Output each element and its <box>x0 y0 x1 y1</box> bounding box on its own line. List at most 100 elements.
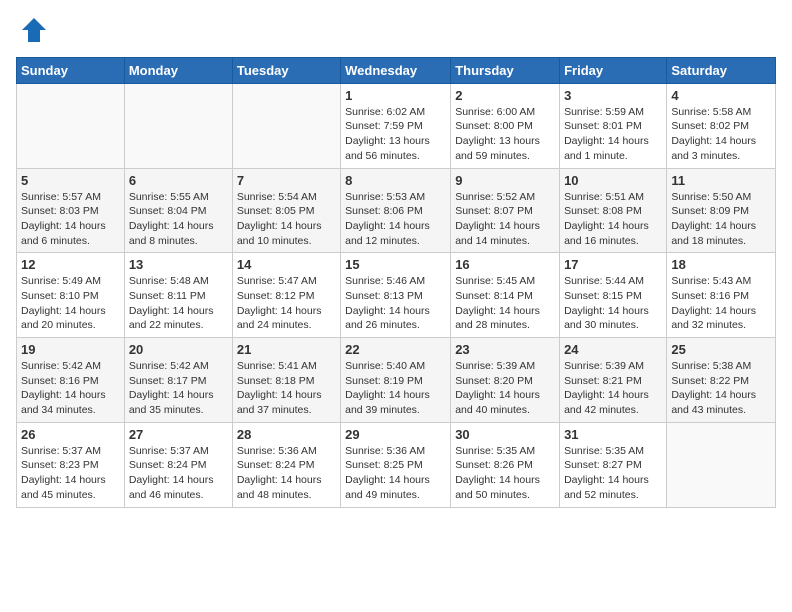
day-number: 24 <box>564 342 662 357</box>
day-info: Sunrise: 5:54 AM Sunset: 8:05 PM Dayligh… <box>237 190 336 249</box>
day-number: 13 <box>129 257 228 272</box>
calendar-header-row: SundayMondayTuesdayWednesdayThursdayFrid… <box>17 57 776 83</box>
calendar-week-row: 19 Sunrise: 5:42 AM Sunset: 8:16 PM Dayli… <box>17 338 776 423</box>
page-header <box>16 16 776 49</box>
day-info: Sunrise: 5:35 AM Sunset: 8:26 PM Dayligh… <box>455 444 555 503</box>
calendar-body: 1Sunrise: 6:02 AM Sunset: 7:59 PM Daylig… <box>17 83 776 507</box>
day-number: 8 <box>345 173 446 188</box>
calendar-cell: 27 Sunrise: 5:37 AM Sunset: 8:24 PM Dayli… <box>124 422 232 507</box>
calendar-cell: 5 Sunrise: 5:57 AM Sunset: 8:03 PM Daylig… <box>17 168 125 253</box>
day-info: Sunrise: 5:43 AM Sunset: 8:16 PM Dayligh… <box>671 274 771 333</box>
day-number: 12 <box>21 257 120 272</box>
day-info: Sunrise: 5:38 AM Sunset: 8:22 PM Dayligh… <box>671 359 771 418</box>
calendar-cell <box>17 83 125 168</box>
calendar-cell: 18 Sunrise: 5:43 AM Sunset: 8:16 PM Dayli… <box>667 253 776 338</box>
calendar-week-row: 5 Sunrise: 5:57 AM Sunset: 8:03 PM Daylig… <box>17 168 776 253</box>
calendar-week-row: 12Sunrise: 5:49 AM Sunset: 8:10 PM Dayli… <box>17 253 776 338</box>
day-number: 27 <box>129 427 228 442</box>
day-number: 16 <box>455 257 555 272</box>
day-info: Sunrise: 5:37 AM Sunset: 8:24 PM Dayligh… <box>129 444 228 503</box>
weekday-header-tuesday: Tuesday <box>232 57 340 83</box>
calendar-cell: 19 Sunrise: 5:42 AM Sunset: 8:16 PM Dayli… <box>17 338 125 423</box>
day-number: 4 <box>671 88 771 103</box>
day-number: 25 <box>671 342 771 357</box>
day-number: 2 <box>455 88 555 103</box>
calendar-cell: 17 Sunrise: 5:44 AM Sunset: 8:15 PM Dayli… <box>560 253 667 338</box>
calendar-cell: 7 Sunrise: 5:54 AM Sunset: 8:05 PM Daylig… <box>232 168 340 253</box>
day-number: 31 <box>564 427 662 442</box>
day-number: 5 <box>21 173 120 188</box>
day-info: Sunrise: 5:58 AM Sunset: 8:02 PM Dayligh… <box>671 105 771 164</box>
calendar-cell: 9 Sunrise: 5:52 AM Sunset: 8:07 PM Daylig… <box>451 168 560 253</box>
day-number: 1 <box>345 88 446 103</box>
day-number: 3 <box>564 88 662 103</box>
calendar-cell: 26 Sunrise: 5:37 AM Sunset: 8:23 PM Dayli… <box>17 422 125 507</box>
calendar-cell: 14 Sunrise: 5:47 AM Sunset: 8:12 PM Dayli… <box>232 253 340 338</box>
day-info: Sunrise: 5:47 AM Sunset: 8:12 PM Dayligh… <box>237 274 336 333</box>
day-number: 9 <box>455 173 555 188</box>
calendar-cell <box>667 422 776 507</box>
day-number: 22 <box>345 342 446 357</box>
day-number: 18 <box>671 257 771 272</box>
weekday-header-thursday: Thursday <box>451 57 560 83</box>
day-info: Sunrise: 5:37 AM Sunset: 8:23 PM Dayligh… <box>21 444 120 503</box>
day-number: 11 <box>671 173 771 188</box>
calendar-cell: 2 Sunrise: 6:00 AM Sunset: 8:00 PM Daylig… <box>451 83 560 168</box>
day-info: Sunrise: 5:39 AM Sunset: 8:20 PM Dayligh… <box>455 359 555 418</box>
calendar-cell <box>232 83 340 168</box>
day-info: Sunrise: 5:59 AM Sunset: 8:01 PM Dayligh… <box>564 105 662 164</box>
calendar-cell <box>124 83 232 168</box>
day-number: 7 <box>237 173 336 188</box>
calendar-cell: 11 Sunrise: 5:50 AM Sunset: 8:09 PM Dayli… <box>667 168 776 253</box>
day-info: Sunrise: 5:36 AM Sunset: 8:24 PM Dayligh… <box>237 444 336 503</box>
calendar-cell: 25 Sunrise: 5:38 AM Sunset: 8:22 PM Dayli… <box>667 338 776 423</box>
calendar-cell: 3 Sunrise: 5:59 AM Sunset: 8:01 PM Daylig… <box>560 83 667 168</box>
day-number: 20 <box>129 342 228 357</box>
day-info: Sunrise: 5:45 AM Sunset: 8:14 PM Dayligh… <box>455 274 555 333</box>
weekday-header-wednesday: Wednesday <box>341 57 451 83</box>
day-info: Sunrise: 5:42 AM Sunset: 8:17 PM Dayligh… <box>129 359 228 418</box>
day-number: 26 <box>21 427 120 442</box>
calendar-cell: 31 Sunrise: 5:35 AM Sunset: 8:27 PM Dayli… <box>560 422 667 507</box>
day-info: Sunrise: 5:39 AM Sunset: 8:21 PM Dayligh… <box>564 359 662 418</box>
day-number: 15 <box>345 257 446 272</box>
calendar-cell: 21Sunrise: 5:41 AM Sunset: 8:18 PM Dayli… <box>232 338 340 423</box>
calendar-cell: 23 Sunrise: 5:39 AM Sunset: 8:20 PM Dayli… <box>451 338 560 423</box>
day-info: Sunrise: 5:35 AM Sunset: 8:27 PM Dayligh… <box>564 444 662 503</box>
calendar-table: SundayMondayTuesdayWednesdayThursdayFrid… <box>16 57 776 508</box>
weekday-header-saturday: Saturday <box>667 57 776 83</box>
calendar-cell: 22Sunrise: 5:40 AM Sunset: 8:19 PM Dayli… <box>341 338 451 423</box>
day-number: 10 <box>564 173 662 188</box>
weekday-header-monday: Monday <box>124 57 232 83</box>
day-info: Sunrise: 5:53 AM Sunset: 8:06 PM Dayligh… <box>345 190 446 249</box>
day-info: Sunrise: 5:44 AM Sunset: 8:15 PM Dayligh… <box>564 274 662 333</box>
calendar-cell: 16 Sunrise: 5:45 AM Sunset: 8:14 PM Dayli… <box>451 253 560 338</box>
day-number: 17 <box>564 257 662 272</box>
day-info: Sunrise: 5:42 AM Sunset: 8:16 PM Dayligh… <box>21 359 120 418</box>
logo-icon <box>20 16 48 44</box>
day-info: Sunrise: 5:52 AM Sunset: 8:07 PM Dayligh… <box>455 190 555 249</box>
day-number: 14 <box>237 257 336 272</box>
day-info: Sunrise: 5:36 AM Sunset: 8:25 PM Dayligh… <box>345 444 446 503</box>
day-info: Sunrise: 6:00 AM Sunset: 8:00 PM Dayligh… <box>455 105 555 164</box>
calendar-cell: 12Sunrise: 5:49 AM Sunset: 8:10 PM Dayli… <box>17 253 125 338</box>
day-number: 23 <box>455 342 555 357</box>
day-number: 30 <box>455 427 555 442</box>
weekday-header-friday: Friday <box>560 57 667 83</box>
calendar-cell: 20 Sunrise: 5:42 AM Sunset: 8:17 PM Dayli… <box>124 338 232 423</box>
day-number: 19 <box>21 342 120 357</box>
calendar-cell: 13Sunrise: 5:48 AM Sunset: 8:11 PM Dayli… <box>124 253 232 338</box>
calendar-cell: 30 Sunrise: 5:35 AM Sunset: 8:26 PM Dayli… <box>451 422 560 507</box>
weekday-header-sunday: Sunday <box>17 57 125 83</box>
day-info: Sunrise: 5:46 AM Sunset: 8:13 PM Dayligh… <box>345 274 446 333</box>
calendar-cell: 6Sunrise: 5:55 AM Sunset: 8:04 PM Daylig… <box>124 168 232 253</box>
day-info: Sunrise: 5:57 AM Sunset: 8:03 PM Dayligh… <box>21 190 120 249</box>
calendar-week-row: 1Sunrise: 6:02 AM Sunset: 7:59 PM Daylig… <box>17 83 776 168</box>
day-number: 28 <box>237 427 336 442</box>
day-info: Sunrise: 5:50 AM Sunset: 8:09 PM Dayligh… <box>671 190 771 249</box>
calendar-cell: 10Sunrise: 5:51 AM Sunset: 8:08 PM Dayli… <box>560 168 667 253</box>
calendar-cell: 1Sunrise: 6:02 AM Sunset: 7:59 PM Daylig… <box>341 83 451 168</box>
calendar-cell: 8 Sunrise: 5:53 AM Sunset: 8:06 PM Daylig… <box>341 168 451 253</box>
calendar-cell: 4 Sunrise: 5:58 AM Sunset: 8:02 PM Daylig… <box>667 83 776 168</box>
day-number: 6 <box>129 173 228 188</box>
